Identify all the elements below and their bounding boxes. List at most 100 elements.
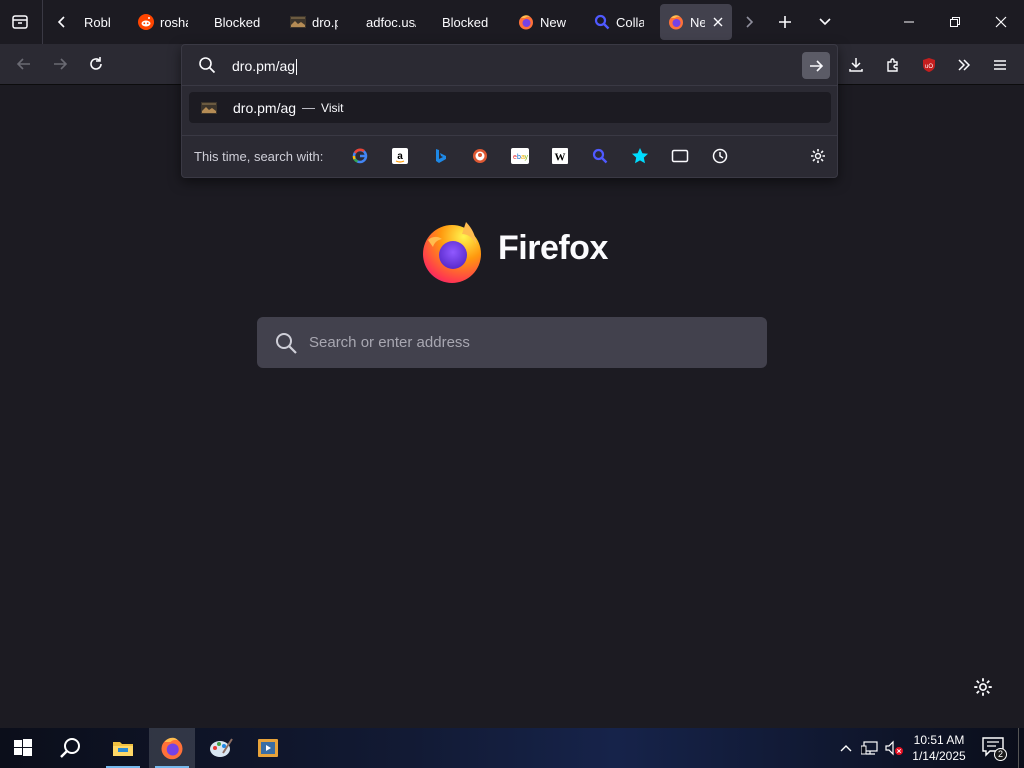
search-settings-button[interactable]: [808, 146, 828, 166]
taskbar-paint[interactable]: [198, 728, 244, 768]
back-button[interactable]: [8, 48, 40, 80]
windows-taskbar: 10:51 AM 1/14/2025 2: [0, 728, 1024, 768]
urlbar-divider: [182, 85, 837, 86]
more-tools-button[interactable]: [951, 52, 977, 78]
engine-wikipedia-button[interactable]: W: [550, 146, 570, 166]
clock-date: 1/14/2025: [912, 749, 966, 763]
plus-icon: [779, 16, 791, 28]
firefox-view-icon: [12, 15, 28, 29]
tab-2[interactable]: Blocked: [206, 4, 276, 40]
tab-3[interactable]: dro.p: [282, 4, 346, 40]
newtab-search-box[interactable]: Search or enter address: [257, 317, 767, 368]
go-button[interactable]: [802, 52, 830, 79]
site-thumbnail-icon: [201, 100, 217, 116]
taskbar-firefox[interactable]: [149, 728, 195, 768]
bing-icon: [436, 149, 446, 163]
windows-logo-icon: [14, 739, 32, 756]
firefox-icon: [668, 14, 684, 30]
chevron-left-icon: [57, 16, 65, 28]
engine-custom-search-button[interactable]: [590, 146, 610, 166]
tab-5[interactable]: Blocked: [434, 4, 500, 40]
firefox-wordmark: Firefox: [498, 229, 608, 267]
tab-label: adfoc.us/: [366, 14, 416, 30]
action-center-button[interactable]: 2: [982, 737, 1007, 761]
restore-button[interactable]: [932, 0, 978, 44]
svg-text:a: a: [397, 151, 403, 162]
svg-text:uO: uO: [925, 64, 933, 70]
tab-label: New: [540, 14, 567, 30]
amazon-icon: a: [392, 148, 408, 164]
engine-duckduckgo-button[interactable]: [470, 146, 490, 166]
tab-4[interactable]: adfoc.us/: [358, 4, 424, 40]
urlbar-panel: dro.pm/ag dro.pm/ag — Visit This time, s…: [181, 44, 838, 178]
duckduckgo-icon: [473, 149, 487, 163]
list-all-tabs-button[interactable]: [810, 7, 840, 37]
text-caret: [296, 59, 298, 76]
ebay-icon: ebay: [511, 148, 529, 164]
clock-time: 10:51 AM: [913, 733, 965, 747]
search-tabs-button[interactable]: [670, 146, 690, 166]
ublock-origin-button[interactable]: uO: [916, 52, 942, 78]
google-icon: [352, 148, 368, 164]
notification-count-badge: 2: [994, 748, 1007, 761]
taskbar-media-player[interactable]: [245, 728, 291, 768]
reload-button[interactable]: [80, 48, 112, 80]
one-off-search-bar: This time, search with: a ebay W: [182, 135, 837, 175]
puzzle-icon: [887, 58, 898, 72]
tab-scroll-left-button[interactable]: [47, 7, 77, 37]
tab-7[interactable]: Colla: [586, 4, 652, 40]
engine-google-button[interactable]: [350, 146, 370, 166]
chevron-down-icon: [819, 18, 831, 26]
tab-scroll-right-button[interactable]: [734, 7, 764, 37]
media-player-icon: [258, 739, 278, 757]
arrow-right-icon: [54, 58, 68, 70]
gear-icon: [811, 149, 825, 163]
tab-label: dro.p: [312, 14, 338, 30]
firefox-logo-icon: [423, 222, 481, 283]
search-bookmarks-button[interactable]: [630, 146, 650, 166]
wikipedia-icon: W: [552, 148, 568, 164]
taskbar-clock[interactable]: 10:51 AM 1/14/2025: [910, 732, 968, 764]
start-button[interactable]: [0, 728, 46, 768]
engine-amazon-button[interactable]: a: [390, 146, 410, 166]
firefox-view-button[interactable]: [5, 7, 35, 37]
taskbar-search-button[interactable]: [48, 728, 94, 768]
tab-close-button[interactable]: [711, 15, 724, 29]
tab-label: Blocked: [442, 14, 489, 30]
arrow-left-icon: [16, 58, 30, 70]
show-desktop-button[interactable]: [1018, 728, 1024, 768]
engine-ebay-button[interactable]: ebay: [510, 146, 530, 166]
engine-bing-button[interactable]: [430, 146, 450, 166]
tab-8-active[interactable]: Ne: [660, 4, 732, 40]
app-menu-button[interactable]: [987, 52, 1013, 78]
new-tab-button[interactable]: [770, 7, 800, 37]
tab-1[interactable]: rosha: [130, 4, 196, 40]
minimize-button[interactable]: [886, 0, 932, 44]
tab-0[interactable]: Roblo: [76, 4, 118, 40]
search-icon: [594, 14, 610, 30]
volume-tray-button[interactable]: [884, 738, 904, 758]
one-off-label: This time, search with:: [194, 149, 324, 164]
network-tray-button[interactable]: [860, 738, 880, 758]
extensions-button[interactable]: [880, 52, 906, 78]
firefox-icon: [518, 14, 534, 30]
tab-label: rosha: [160, 14, 188, 30]
network-icon: [861, 741, 878, 755]
tab-label: Ne: [690, 14, 706, 30]
show-hidden-icons-button[interactable]: [836, 738, 856, 758]
suggestion-separator: —: [302, 100, 316, 115]
urlbar-input[interactable]: dro.pm/ag: [232, 55, 792, 77]
tab-6[interactable]: New: [510, 4, 576, 40]
close-window-button[interactable]: [978, 0, 1024, 44]
search-history-button[interactable]: [710, 146, 730, 166]
suggestion-row-visit[interactable]: dro.pm/ag — Visit: [189, 92, 831, 123]
newtab-settings-button[interactable]: [973, 677, 993, 697]
urlbar[interactable]: dro.pm/ag: [182, 45, 837, 85]
downloads-button[interactable]: [843, 52, 869, 78]
forward-button[interactable]: [44, 48, 76, 80]
arrow-right-icon: [810, 59, 824, 72]
taskbar-file-explorer[interactable]: [100, 728, 146, 768]
svg-text:W: W: [555, 152, 566, 164]
paint-palette-icon: [210, 738, 233, 757]
tab-strip: Roblo rosha Blocked dro.p adfoc.us/ Bloc…: [0, 0, 1024, 44]
